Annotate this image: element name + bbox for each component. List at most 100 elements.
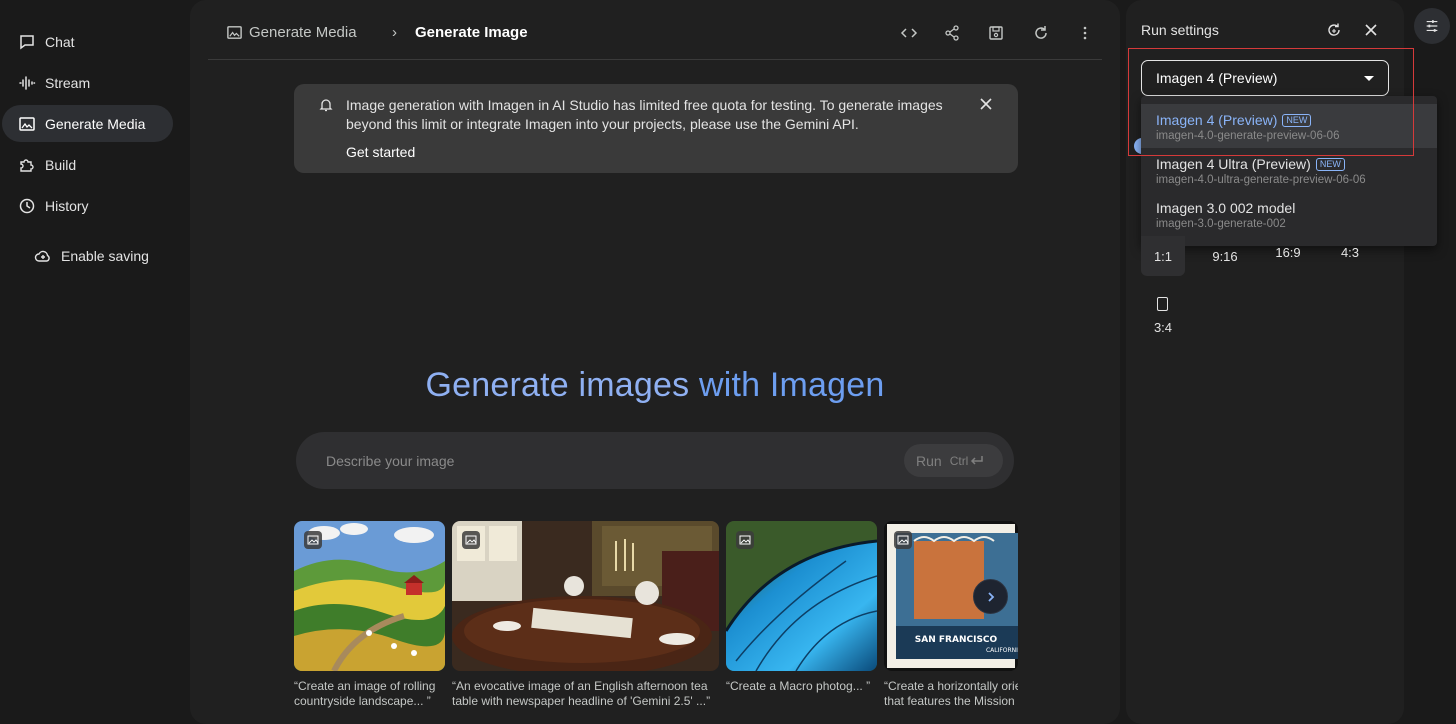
aspect-option-9-16[interactable]: 9:16 [1203,249,1247,264]
refresh-button[interactable] [1030,22,1052,44]
shortcut-label: Ctrl [949,453,969,468]
reset-settings-button[interactable] [1324,20,1344,40]
portrait-ratio-icon [1157,297,1168,311]
image-badge-icon [304,531,322,549]
image-icon [18,115,36,133]
aspect-option-1-1[interactable]: 1:1 [1141,249,1185,264]
breadcrumb-parent-label: Generate Media [249,24,357,41]
example-card-afternoon-tea[interactable] [452,521,719,671]
stamp-city-text: SAN FRANCISCO [915,635,998,645]
run-shortcut: Ctrl [950,454,985,468]
code-button[interactable] [898,22,920,44]
model-option-imagen-3[interactable]: Imagen 3.0 002 model imagen-3.0-generate… [1141,192,1437,236]
model-dropdown-menu: Imagen 4 (Preview) NEW imagen-4.0-generat… [1141,96,1437,246]
afternoon-tea-image [452,521,719,671]
stamp-state-text: CALIFORNIA [986,647,1018,654]
code-icon [900,28,918,38]
caption-line: table with newspaper headline of 'Gemini… [452,694,711,708]
image-badge-icon [894,531,912,549]
caption-line: that features the Mission D [884,694,1018,708]
tune-settings-button[interactable] [1414,8,1450,44]
model-option-name: Imagen 3.0 002 model [1156,200,1296,216]
get-started-link[interactable]: Get started [346,144,415,160]
run-button[interactable]: Run Ctrl [904,444,1003,477]
caption-line: “Create a Macro photog... ” [726,679,871,693]
nav-item-label: Build [45,156,77,173]
puzzle-icon [18,156,36,174]
enter-key-icon [971,455,984,465]
model-option-imagen-4-ultra[interactable]: Imagen 4 Ultra (Preview) NEW imagen-4.0-u… [1141,148,1437,192]
reset-icon [1328,23,1340,36]
prompt-box: Run Ctrl [296,432,1014,489]
nav-item-generate-media[interactable]: Generate Media [2,105,173,142]
hero-part-2: with Imagen [689,366,885,404]
close-icon [1365,24,1377,36]
chat-icon [18,33,36,51]
aspect-option-3-4[interactable]: 3:4 [1141,320,1185,335]
model-option-id: imagen-3.0-generate-002 [1156,218,1286,230]
nav-item-label: Stream [45,74,91,91]
nav-item-stream[interactable]: Stream [2,64,173,101]
model-option-id: imagen-4.0-ultra-generate-preview-06-06 [1156,174,1366,186]
caption-line: “Create an image of rolling [294,679,436,693]
caption-line: “An evocative image of an English aftern… [452,679,708,693]
run-settings-title: Run settings [1141,22,1219,38]
hero-heading: Generate images with Imagen [190,366,1120,405]
card-caption: “Create a Macro photog... ” [726,679,877,694]
save-icon [989,26,1003,40]
waveform-icon [18,74,36,92]
enable-saving-label: Enable saving [61,247,149,264]
carousel-next-button[interactable] [973,579,1008,614]
cloud-add-icon [34,247,52,265]
banner-message: Image generation with Imagen in AI Studi… [346,97,943,132]
aspect-option-16-9[interactable]: 16:9 [1266,245,1310,260]
tune-icon [1426,20,1438,32]
nav-item-chat[interactable]: Chat [2,23,173,60]
aspect-option-4-3[interactable]: 4:3 [1328,245,1372,260]
page-title: Generate Image [415,24,528,41]
save-button[interactable] [985,22,1007,44]
prompt-input[interactable] [326,450,886,472]
new-badge: NEW [1282,113,1312,127]
nav-item-build[interactable]: Build [2,146,173,183]
hero-part-1: Generate images [425,366,690,404]
share-icon [945,25,959,41]
top-bar: Generate Media › Generate Image [208,0,1102,60]
chevron-right-icon [987,591,994,602]
card-caption: “Create an image of rolling countryside … [294,679,445,709]
history-icon [18,197,36,215]
breadcrumb-parent[interactable]: Generate Media [226,24,357,41]
card-caption: “An evocative image of an English aftern… [452,679,719,709]
caption-line: countryside landscape... ” [294,694,431,708]
nav-item-history[interactable]: History [2,187,173,224]
selected-model-label: Imagen 4 (Preview) [1156,70,1278,86]
model-option-id: imagen-4.0-generate-preview-06-06 [1156,130,1340,142]
image-badge-icon [462,531,480,549]
refresh-icon [1035,26,1047,39]
run-label: Run [916,452,942,469]
model-option-imagen-4[interactable]: Imagen 4 (Preview) NEW imagen-4.0-generat… [1141,104,1437,148]
model-select[interactable]: Imagen 4 (Preview) [1141,60,1389,96]
image-icon [227,26,242,39]
caption-line: “Create a horizontally orier [884,679,1018,693]
enable-saving-button[interactable]: Enable saving [18,237,189,274]
main-panel: Generate Media › Generate Image Image ge… [190,0,1120,724]
example-card-macro-butterfly[interactable] [726,521,877,671]
more-options-button[interactable] [1074,22,1096,44]
card-caption: “Create a horizontally orier that featur… [884,679,1018,709]
nav-item-label: Chat [45,33,75,50]
image-badge-icon [736,531,754,549]
chevron-right-icon: › [392,24,397,41]
dropdown-caret-icon [1364,76,1374,81]
new-badge: NEW [1315,157,1345,171]
quota-banner: Image generation with Imagen in AI Studi… [294,84,1018,173]
close-settings-button[interactable] [1361,20,1381,40]
nav-item-label: History [45,197,89,214]
nav-item-label: Generate Media [45,115,146,132]
bell-icon [319,99,333,112]
close-icon[interactable] [978,96,994,112]
left-nav: Chat Stream Generate Media Build History… [0,0,188,724]
model-option-name: Imagen 4 Ultra (Preview) [1156,156,1311,172]
share-button[interactable] [941,22,963,44]
example-card-countryside[interactable] [294,521,445,671]
